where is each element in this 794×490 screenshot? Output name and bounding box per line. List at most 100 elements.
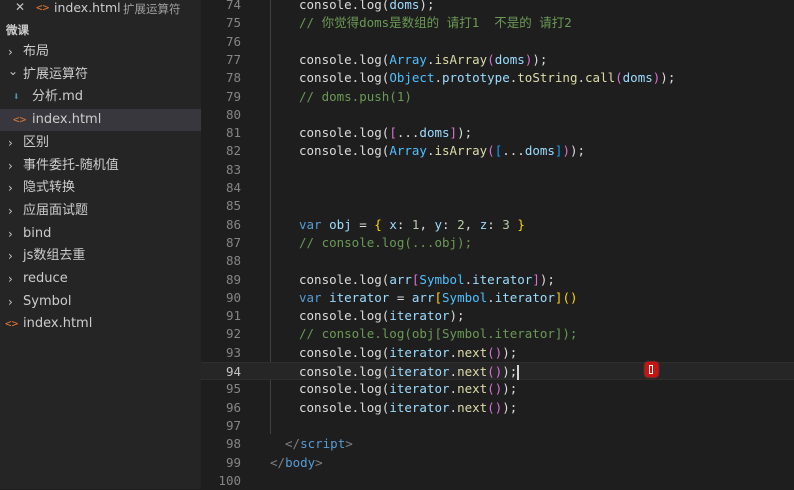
tree-folder[interactable]: › js数组去重: [0, 245, 201, 267]
tree-file[interactable]: <> index.html: [0, 313, 201, 335]
code-line[interactable]: 99 </body>: [201, 454, 794, 472]
code-line[interactable]: 74 console.log(doms);: [201, 0, 794, 14]
code-line[interactable]: 92 // console.log(obj[Symbol.iterator]);: [201, 325, 794, 343]
tree-item-label: index.html: [23, 316, 93, 332]
code-token: iterator: [494, 289, 555, 305]
line-number: 93: [225, 344, 241, 360]
code-text: console.log(iterator.next());: [299, 399, 517, 417]
tree-folder[interactable]: › 区别: [0, 132, 201, 154]
code-token: doms: [494, 51, 525, 67]
code-line[interactable]: 86 var obj = { x: 1, y: 2, z: 3 }: [201, 216, 794, 234]
code-line[interactable]: 84: [201, 179, 794, 197]
code-token: );: [457, 125, 473, 141]
code-token: x: [389, 216, 397, 232]
tree-folder[interactable]: › 布局: [0, 41, 201, 63]
tree-item-label: 扩展运算符: [23, 66, 89, 82]
line-number: 78: [225, 70, 241, 86]
code-token: ...: [396, 125, 420, 141]
code-token: call: [585, 70, 616, 86]
code-token: next: [457, 399, 488, 415]
code-line[interactable]: 100: [201, 472, 794, 490]
code-text: // doms.push(1): [299, 88, 412, 106]
chevron-right-icon: ›: [8, 181, 13, 196]
code-line[interactable]: 78 console.log(Object.prototype.toString.…: [201, 69, 794, 87]
code-token: .: [577, 70, 586, 86]
code-token: console.log(: [299, 0, 390, 12]
tree-folder[interactable]: ⌄ 扩展运算符: [0, 64, 201, 86]
tree-folder[interactable]: › bind: [0, 223, 201, 245]
tree-item-label: 事件委托-随机值: [23, 157, 119, 173]
code-line[interactable]: 87 // console.log(...obj);: [201, 234, 794, 252]
chevron-right-icon: ›: [8, 294, 13, 309]
code-text: console.log(iterator.next());: [299, 380, 517, 398]
code-line[interactable]: 77 console.log(Array.isArray(doms));: [201, 51, 794, 69]
code-token: >: [315, 454, 323, 470]
code-token: ,: [419, 216, 435, 232]
code-token: console.log(: [299, 381, 390, 397]
code-token: .: [449, 381, 458, 397]
code-text: // 你觉得doms是数组的 请打1 不是的 请打2: [299, 14, 572, 32]
workspace-title[interactable]: 微课: [6, 22, 29, 38]
chevron-right-icon: ›: [8, 158, 13, 173]
line-number: 98: [225, 436, 241, 452]
tree-item-label: 区别: [23, 134, 50, 150]
code-line[interactable]: 75 // 你觉得doms是数组的 请打1 不是的 请打2: [201, 14, 794, 32]
close-icon[interactable]: ✕: [15, 0, 25, 14]
code-token: );: [539, 271, 555, 287]
code-token: script: [300, 436, 346, 452]
code-text: console.log(iterator.next());: [299, 344, 517, 362]
code-token: Array: [389, 143, 427, 159]
code-line[interactable]: 89 console.log(arr[Symbol.iterator]);: [201, 271, 794, 289]
code-line[interactable]: 85: [201, 197, 794, 215]
code-token: </: [270, 454, 286, 470]
code-token: [: [434, 289, 443, 305]
tree-folder[interactable]: › Symbol: [0, 291, 201, 313]
code-line[interactable]: 93 console.log(iterator.next());: [201, 344, 794, 362]
code-line[interactable]: 91 console.log(iterator);: [201, 307, 794, 325]
line-number: 86: [225, 216, 241, 232]
code-editor[interactable]: 74 console.log(doms); 75 // 你觉得doms是数组的 请打1…: [201, 0, 794, 489]
code-token: (: [615, 70, 623, 86]
line-number: 75: [225, 15, 241, 31]
code-token: }: [509, 216, 525, 232]
code-line[interactable]: 88: [201, 252, 794, 270]
code-token: arr: [389, 271, 412, 287]
line-number: 79: [225, 88, 241, 104]
line-number: 94: [225, 364, 241, 379]
code-line[interactable]: 79 // doms.push(1): [201, 88, 794, 106]
tree-folder[interactable]: › 事件委托-随机值: [0, 155, 201, 177]
tree-folder[interactable]: › 应届面试题: [0, 200, 201, 222]
tree-item-label: 分析.md: [32, 89, 84, 105]
code-line[interactable]: 98 </script>: [201, 435, 794, 453]
code-token: (): [487, 399, 503, 415]
code-line[interactable]: 80: [201, 106, 794, 124]
code-line[interactable]: 83: [201, 161, 794, 179]
tree-folder[interactable]: › 隐式转换: [0, 177, 201, 199]
code-line[interactable]: 82 console.log(Array.isArray([...doms]));: [201, 142, 794, 160]
code-token: ): [562, 143, 570, 159]
code-line[interactable]: 76: [201, 33, 794, 51]
code-token: {: [374, 216, 390, 232]
code-token: (): [487, 364, 503, 379]
code-line[interactable]: 97: [201, 417, 794, 435]
code-line[interactable]: 95 console.log(iterator.next());: [201, 380, 794, 398]
code-line[interactable]: 96 console.log(iterator.next());: [201, 399, 794, 417]
code-token: );: [502, 381, 518, 397]
code-line[interactable]: 81 console.log([...doms]);: [201, 124, 794, 142]
code-token: prototype: [442, 70, 510, 86]
code-line[interactable]: 94 console.log(iterator.next());: [201, 362, 794, 381]
tree-folder[interactable]: › reduce: [0, 268, 201, 290]
chevron-down-icon: ⌄: [8, 63, 19, 78]
code-token: (): [562, 289, 578, 305]
tree-item-label: index.html: [32, 112, 102, 128]
html-file-icon: <>: [13, 113, 27, 127]
code-token: console.log(: [299, 364, 390, 379]
code-token: isArray: [434, 143, 488, 159]
code-token: =: [351, 216, 375, 232]
tree-file[interactable]: ⬇ 分析.md: [0, 86, 201, 108]
code-line[interactable]: 90 var iterator = arr[Symbol.iterator](): [201, 289, 794, 307]
tree-file[interactable]: <> index.html: [0, 109, 201, 132]
line-number: 76: [225, 33, 241, 49]
open-editor-tab[interactable]: ✕ <> index.html 扩展运算符: [0, 0, 201, 18]
code-token: .: [434, 70, 442, 86]
